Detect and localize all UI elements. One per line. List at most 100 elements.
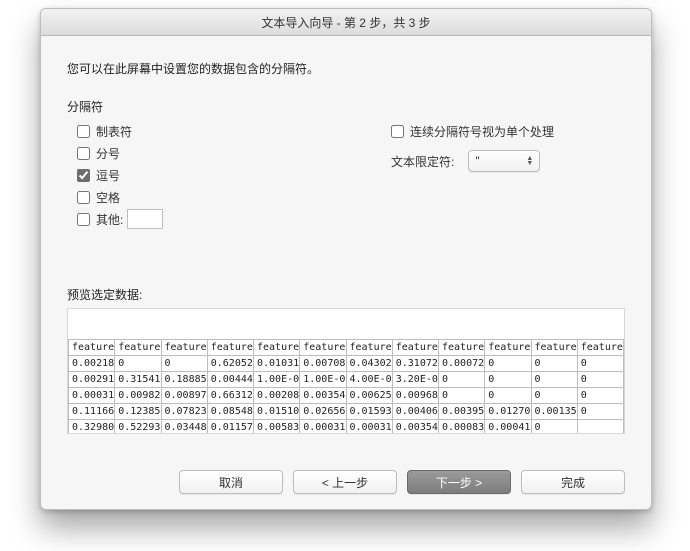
table-header-cell: feature5 — [254, 340, 300, 356]
right-options: 连续分隔符号视为单个处理 文本限定符: " ▲▼ — [391, 120, 554, 172]
window-title: 文本导入向导 - 第 2 步，共 3 步 — [261, 14, 430, 31]
table-header-cell: feature2 — [115, 340, 161, 356]
text-qualifier-select[interactable]: " ▲▼ — [468, 150, 540, 172]
table-cell: 0 — [485, 372, 531, 388]
table-cell: 0.009825 — [115, 388, 161, 404]
table-cell: 0.00625 — [346, 388, 392, 404]
table-cell: 0.620521 — [207, 356, 253, 372]
delimiter-comma-label: 逗号 — [96, 167, 120, 184]
table-row: 0.1116670.1238550.078230.0854860.0151040… — [69, 404, 624, 420]
delimiter-tab-checkbox[interactable] — [77, 125, 90, 138]
table-cell: 0 — [161, 356, 207, 372]
table-header-cell: feature — [577, 340, 623, 356]
table-row: 0.0029170.3154170.1888540.004441.00E-061… — [69, 372, 624, 388]
table-cell: 0 — [485, 356, 531, 372]
table-cell: 0.005835 — [254, 420, 300, 434]
table-header-cell: feature11 — [531, 340, 577, 356]
table-header-row: feature1feature2feature3feature4feature5… — [69, 340, 624, 356]
consecutive-delimiters[interactable]: 连续分隔符号视为单个处理 — [391, 120, 554, 142]
table-cell: 0.00444 — [207, 372, 253, 388]
table-cell: 0.026563 — [300, 404, 346, 420]
delimiter-space-label: 空格 — [96, 189, 120, 206]
table-header-cell: feature7 — [346, 340, 392, 356]
table-cell: 0 — [531, 372, 577, 388]
delimiter-semicolon-label: 分号 — [96, 145, 120, 162]
delimiter-other-input[interactable] — [127, 209, 163, 229]
table-cell: 4.00E-06 — [346, 372, 392, 388]
table-cell: 0.002917 — [69, 372, 115, 388]
table-header-cell: feature9 — [439, 340, 485, 356]
table-cell: 0.000313 — [69, 388, 115, 404]
table-cell: 0.329803 — [69, 420, 115, 434]
next-button[interactable]: 下一步 > — [407, 470, 511, 494]
consecutive-delimiters-checkbox[interactable] — [391, 125, 404, 138]
preview-box: feature1feature2feature3feature4feature5… — [67, 308, 625, 434]
table-cell: 0.011571 — [207, 420, 253, 434]
table-cell: 0.000418 — [485, 420, 531, 434]
table-cell: 0.010313 — [254, 356, 300, 372]
table-cell: 0 — [485, 388, 531, 404]
table-cell: 0.188854 — [161, 372, 207, 388]
finish-button[interactable]: 完成 — [521, 470, 625, 494]
delimiter-other[interactable]: 其他: — [77, 208, 163, 230]
table-cell: 0.003542 — [392, 420, 438, 434]
delimiter-comma-checkbox[interactable] — [77, 169, 90, 182]
delimiter-other-checkbox[interactable] — [77, 213, 90, 226]
instruction-text: 您可以在此屏幕中设置您的数据包含的分隔符。 — [67, 60, 319, 77]
table-cell: 0.111667 — [69, 404, 115, 420]
table-header-cell: feature6 — [300, 340, 346, 356]
table-cell: 0.315417 — [115, 372, 161, 388]
button-bar: 取消 < 上一步 下一步 > 完成 — [41, 470, 651, 494]
table-row: 0.002188000.6205210.0103130.0070830.0430… — [69, 356, 624, 372]
table-cell: 0 — [439, 388, 485, 404]
table-header-cell: feature10 — [485, 340, 531, 356]
table-cell: 0 — [531, 420, 577, 434]
delimiter-tab-label: 制表符 — [96, 123, 132, 140]
preview-table-wrap[interactable]: feature1feature2feature3feature4feature5… — [68, 339, 624, 433]
preview-table: feature1feature2feature3feature4feature5… — [68, 339, 624, 433]
table-cell: 0.012708 — [485, 404, 531, 420]
table-cell: 0.007083 — [300, 356, 346, 372]
table-cell: 0 — [439, 372, 485, 388]
text-qualifier-value: " — [475, 154, 479, 168]
table-cell: 0.004064 — [392, 404, 438, 420]
delimiter-space-checkbox[interactable] — [77, 191, 90, 204]
cancel-button[interactable]: 取消 — [179, 470, 283, 494]
delimiter-comma[interactable]: 逗号 — [77, 164, 163, 186]
table-header-cell: feature3 — [161, 340, 207, 356]
table-cell: 0.07823 — [161, 404, 207, 420]
delimiter-semicolon[interactable]: 分号 — [77, 142, 163, 164]
table-cell: 0.001354 — [531, 404, 577, 420]
table-cell: 0 — [115, 356, 161, 372]
table-cell: 0.085486 — [207, 404, 253, 420]
table-cell: 0.52293 — [115, 420, 161, 434]
table-cell: 0 — [577, 404, 623, 420]
table-cell: 0.008978 — [161, 388, 207, 404]
delimiter-tab[interactable]: 制表符 — [77, 120, 163, 142]
table-cell: 1.00E-06 — [254, 372, 300, 388]
table-cell: 0.000729 — [439, 356, 485, 372]
delimiter-semicolon-checkbox[interactable] — [77, 147, 90, 160]
window-body: 您可以在此屏幕中设置您的数据包含的分隔符。 分隔符 制表符 分号 逗号 空格 其… — [41, 36, 651, 510]
table-header-cell: feature1 — [69, 340, 115, 356]
table-row: 0.3298030.522930.0344870.0115710.0058350… — [69, 420, 624, 434]
table-cell: 0.123855 — [115, 404, 161, 420]
consecutive-delimiters-label: 连续分隔符号视为单个处理 — [410, 123, 554, 140]
delimiters-column: 制表符 分号 逗号 空格 其他: — [77, 120, 163, 230]
table-row: 0.0003130.0098250.0089780.6631250.002083… — [69, 388, 624, 404]
table-cell: 0.009688 — [392, 388, 438, 404]
table-header-cell: feature8 — [392, 340, 438, 356]
table-cell: 0 — [577, 388, 623, 404]
delimiter-other-label: 其他: — [96, 211, 123, 228]
delimiter-space[interactable]: 空格 — [77, 186, 163, 208]
table-cell: 0.000834 — [439, 420, 485, 434]
table-cell: 0.015104 — [254, 404, 300, 420]
delimiters-group-label: 分隔符 — [67, 98, 103, 115]
wizard-window: 文本导入向导 - 第 2 步，共 3 步 您可以在此屏幕中设置您的数据包含的分隔… — [40, 8, 652, 510]
back-button[interactable]: < 上一步 — [293, 470, 397, 494]
table-cell: 3.20E-05 — [392, 372, 438, 388]
chevron-updown-icon: ▲▼ — [526, 156, 533, 166]
table-cell: 0.003542 — [300, 388, 346, 404]
preview-label: 预览选定数据: — [67, 286, 142, 303]
window-titlebar: 文本导入向导 - 第 2 步，共 3 步 — [41, 9, 651, 36]
